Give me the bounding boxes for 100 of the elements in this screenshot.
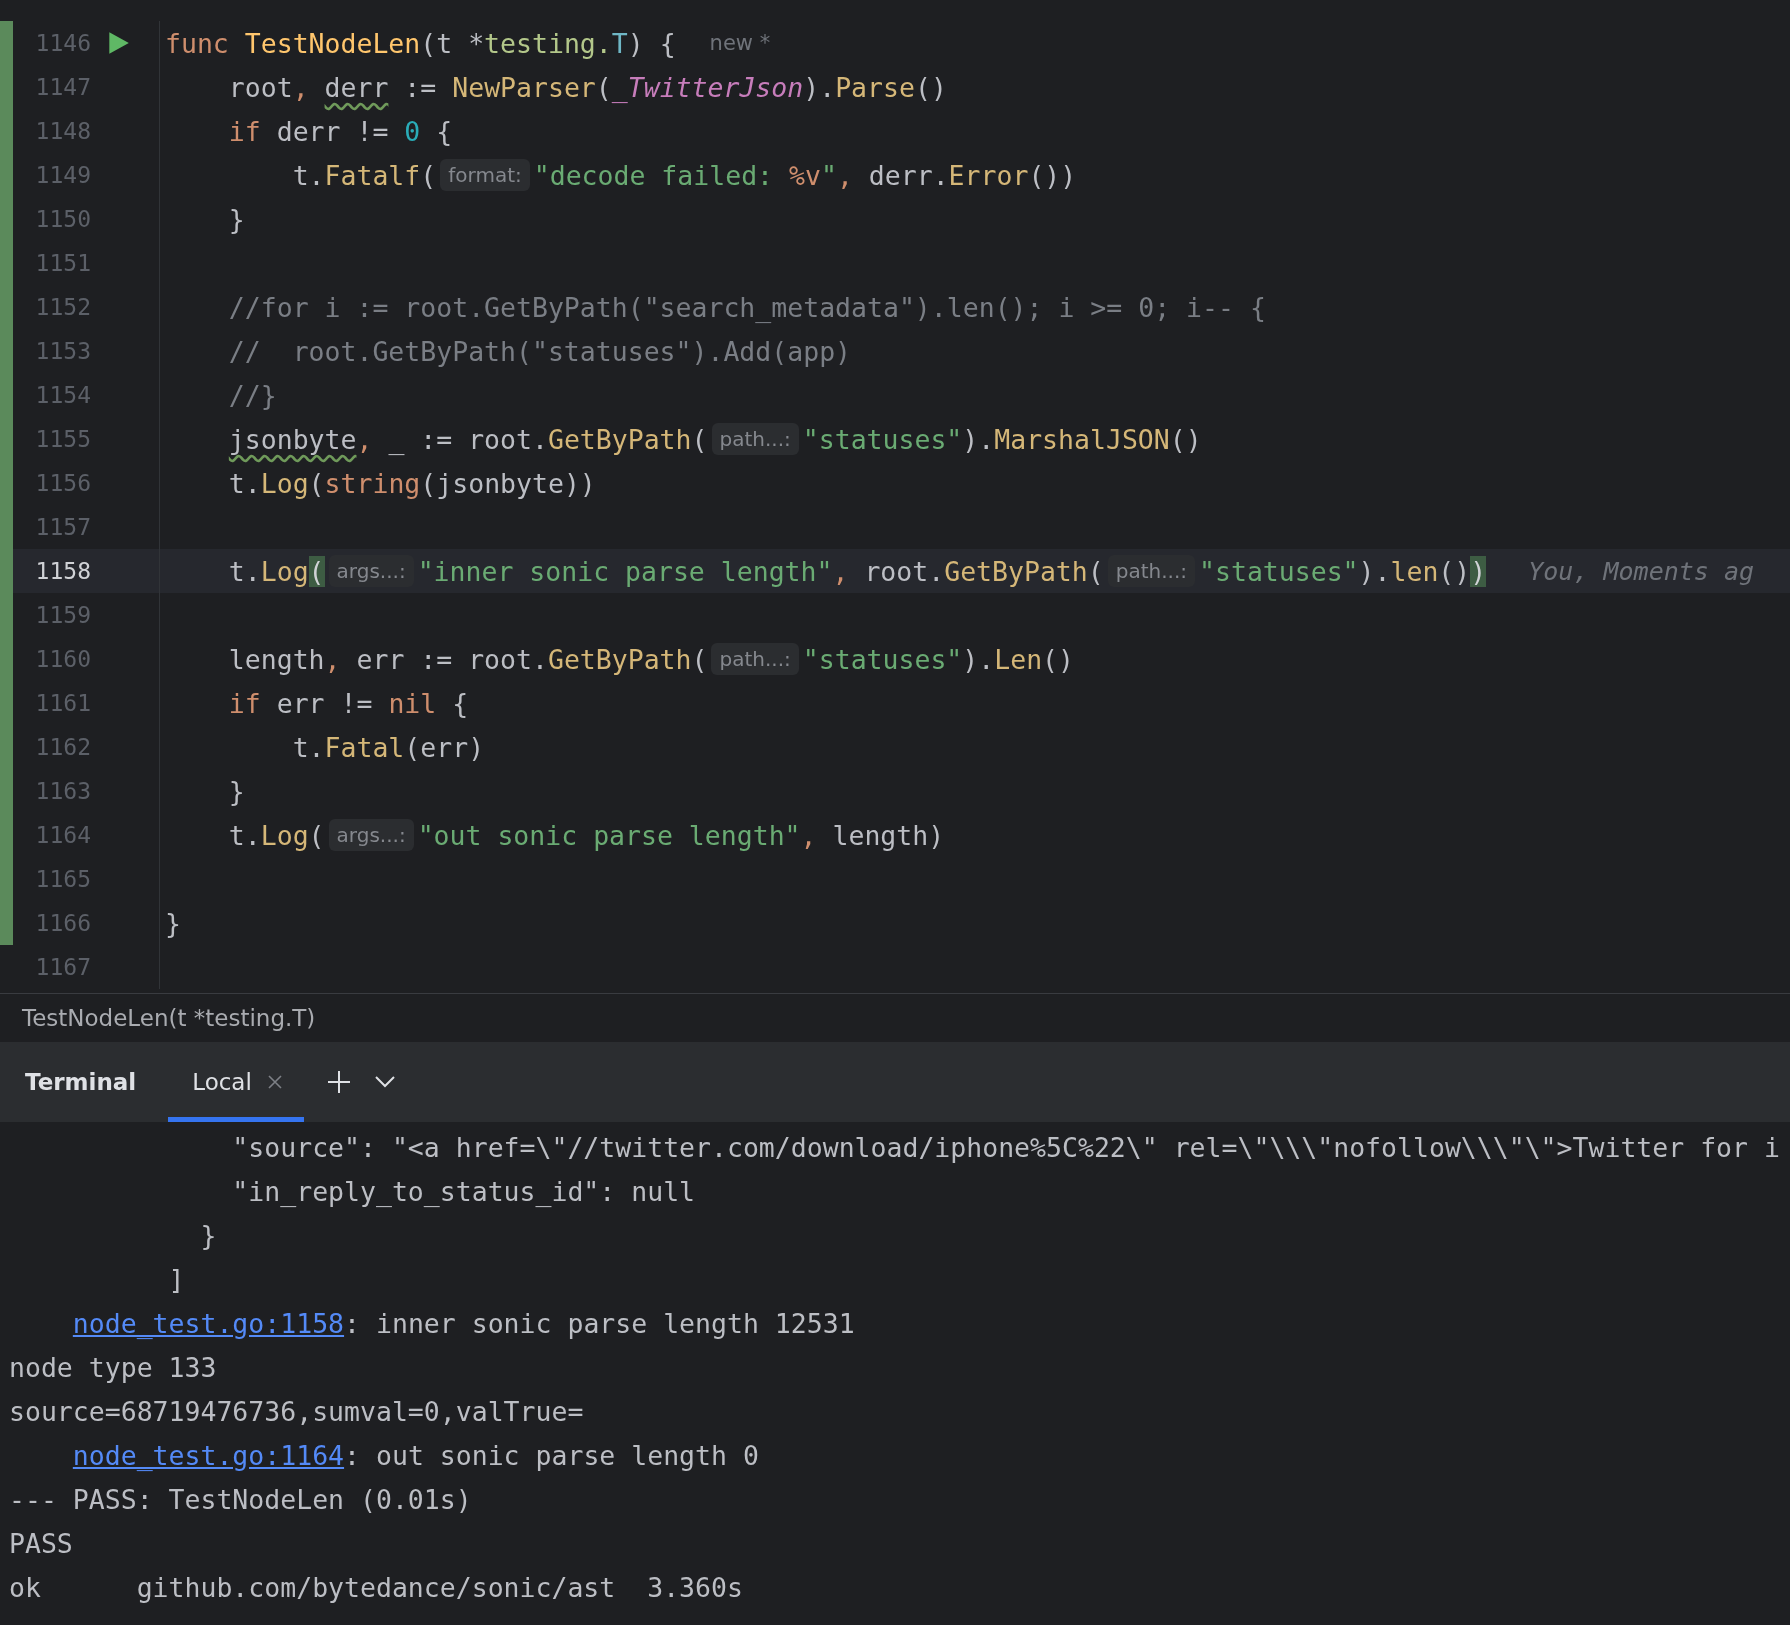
string-literal: "out sonic parse length" [417,819,801,851]
code-comment: // root.GetByPath("statuses").Add(app) [227,335,852,367]
code-text: (t * [420,27,485,59]
code-text: t. [291,731,325,763]
line-number: 1152 [34,294,91,320]
code-text: ( [308,467,325,499]
method-call: Fatalf [324,159,421,191]
code-text: t. [227,819,261,851]
method-call: NewParser [452,71,596,103]
code-text: := [403,71,438,103]
close-icon[interactable] [265,1073,284,1091]
code-text: } [227,203,245,235]
code-text: ( [691,643,708,675]
code-text: { [451,687,469,719]
constant-name: _TwitterJson [611,71,804,103]
line-number: 1166 [34,910,91,936]
method-call: GetByPath [547,643,692,675]
code-text: "in_reply_to_status_id": null [231,1175,696,1207]
code-text: ). [803,71,836,103]
code-text: err != [275,687,374,719]
code-text: ( [595,71,612,103]
code-text: ok github.com/bytedance/sonic/ast 3.360s [9,1571,743,1603]
keyword: func [165,27,230,59]
code-text: ( [420,159,437,191]
code-text: t. [227,467,261,499]
string-literal: "statuses" [802,643,963,675]
tab-menu-button[interactable] [373,1075,396,1089]
code-text: ( [1087,555,1104,587]
chevron-down-icon [373,1075,396,1089]
code-comment: //for i := root.GetByPath("search_metadata").len(); i >= 0; i-- { [227,291,1266,323]
line-number: 1156 [34,470,91,496]
keyword: , [832,555,850,587]
code-text: ( [308,819,325,851]
code-text: derr != [275,115,390,147]
code-text: : out sonic parse length 0 [344,1439,759,1471]
method-call: GetByPath [547,423,692,455]
line-number: 1147 [34,74,91,100]
code-text: err := root. [356,643,548,675]
tool-window-title: Terminal [25,1069,137,1095]
line-number: 1163 [34,778,91,804]
code-text: length) [832,819,945,851]
method-call: Error [948,159,1029,191]
line-number: 1151 [34,250,91,276]
add-tab-button[interactable] [325,1069,352,1095]
keyword: , [324,643,342,675]
code-text: node type 133 [9,1351,217,1383]
method-call: GetByPath [944,555,1088,587]
number-literal: 0 [404,115,421,147]
keyword: , [800,819,818,851]
parameter-hint: args...: [328,555,414,587]
line-number: 1160 [34,646,91,672]
code-text: { [435,115,453,147]
string-literal: "statuses" [802,423,963,455]
line-number: 1158 [34,558,91,584]
code-text: --- PASS: TestNodeLen (0.01s) [9,1483,472,1515]
line-number: 1150 [34,206,91,232]
code-text: _ := root. [388,423,548,455]
code-text: (jsonbyte)) [420,467,596,499]
string-literal: "decode failed: [533,159,775,191]
file-link[interactable]: node_test.go:1158 [72,1307,345,1339]
format-verb: %v [789,159,821,191]
warned-identifier: derr [324,71,389,103]
matched-bracket: ( [308,555,325,587]
terminal-tab[interactable]: Local [168,1042,304,1122]
code-comment: //} [227,379,277,411]
line-number: 1167 [34,954,91,980]
file-link[interactable]: node_test.go:1164 [72,1439,345,1471]
code-text: root. [864,555,945,587]
warned-identifier: jsonbyte [228,423,357,455]
code-text: } [227,775,245,807]
line-number: 1148 [34,118,91,144]
line-number: 1159 [34,602,91,628]
plus-icon [325,1069,352,1095]
line-number: 1149 [34,162,91,188]
parameter-hint: format: [440,159,530,191]
string-literal: "inner sonic parse length" [417,555,833,587]
code-text: ). [1358,555,1391,587]
code-text: ( [691,423,708,455]
line-number: 1165 [34,866,91,892]
method-call: Log [260,467,309,499]
type-name: T [611,27,628,59]
matched-bracket: ) [1470,555,1487,587]
string-literal: " [820,159,837,191]
code-text: t. [291,159,325,191]
method-call: Log [260,819,309,851]
line-number: 1164 [34,822,91,848]
code-text: } [199,1219,217,1251]
code-text: root [227,71,293,103]
method-call: Log [260,555,309,587]
parameter-hint: path...: [711,643,799,675]
code-text: } [165,907,181,939]
method-call: Len [994,643,1043,675]
line-number: 1161 [34,690,91,716]
keyword: if [227,115,261,147]
method-call: len [1390,555,1439,587]
package-name: testing. [484,27,612,59]
code-text: () [1438,555,1471,587]
keyword: nil [388,687,437,719]
code-text: () [914,71,947,103]
method-call: Fatal [324,731,405,763]
